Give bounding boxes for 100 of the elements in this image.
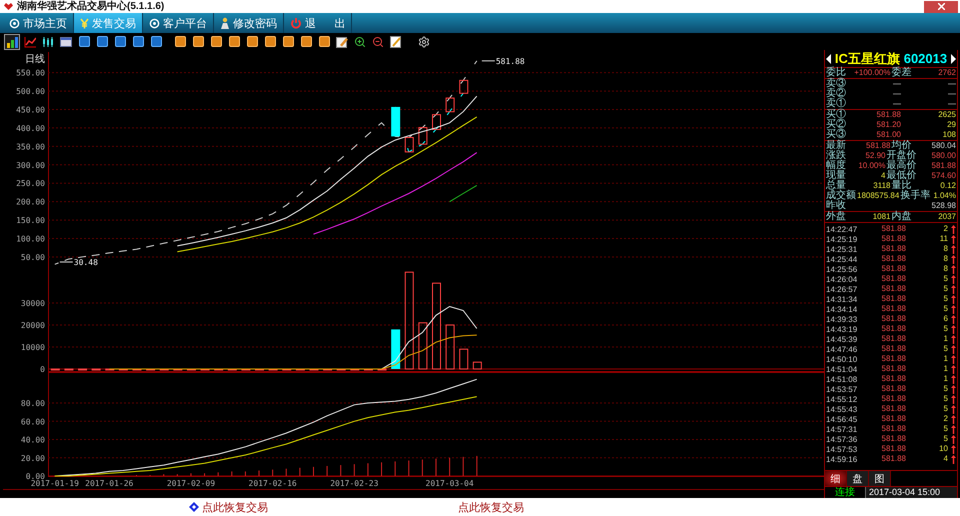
toolbar-button[interactable] [94,34,110,50]
order-label: 卖③ [826,79,846,89]
order-volume: 2625 [937,110,956,120]
quote-value: 2037 [937,212,956,222]
toolbar-button[interactable] [190,34,206,50]
close-button[interactable] [924,0,958,12]
volume-bar [446,324,455,370]
trade-volume: 5 [942,284,948,294]
axis-label: 2017-03-04 [426,478,474,488]
trade-time: 14:51:04 [826,364,858,374]
toolbar-button[interactable] [130,34,146,50]
toolbar-button[interactable] [244,34,260,50]
axis-label: 60.00 [20,416,45,426]
trade-volume: 5 [942,294,948,304]
axis-label: 2017-02-09 [166,478,216,488]
stock-code: 602013 [904,51,948,66]
trade-volume: 5 [942,324,948,334]
date-time: 2017-03-04 15:00 [865,487,957,498]
candle-body [391,106,400,136]
quote-label: 换手率 [900,191,930,201]
indicator-bar [476,455,478,476]
toolbar-button[interactable] [388,34,404,50]
toolbar-button[interactable] [112,34,128,50]
trade-time: 14:43:19 [826,324,858,334]
panel-tab[interactable]: 盘 [847,471,869,486]
trade-time: 14:55:12 [826,394,858,404]
at-sign-icon [9,18,20,28]
toolbar-button[interactable] [172,34,188,50]
trade-time: 14:25:19 [826,234,858,244]
quote-label: 委差 [892,68,912,78]
trade-volume: 8 [942,254,948,264]
trade-price: 581.88 [880,234,906,244]
volume-bar [160,368,169,371]
panel-tab[interactable]: 图 [869,471,891,486]
axis-label: 550.00 [16,68,45,78]
indicator-bar [286,468,287,476]
toolbar-button[interactable] [280,34,296,50]
volume-bar [282,368,292,371]
quote-value: 574.60 [930,171,956,181]
axis-label: 250.00 [16,179,45,188]
candle-body [459,80,468,94]
next-icon[interactable] [950,54,956,64]
toolbar-button[interactable] [76,34,92,50]
toolbar-button[interactable] [226,34,242,50]
indicator-bar [258,470,260,476]
toolbar-button[interactable] [298,34,314,50]
volume-bar [418,322,428,370]
toolbar-button[interactable] [148,34,164,50]
axis-label: 200.00 [16,198,45,207]
square-icon [210,36,222,47]
quote-value: 1.04% [932,191,956,201]
trade-price: 581.88 [880,314,906,324]
trade-volume: 5 [942,404,948,414]
square-icon [282,36,294,47]
square-icon [114,36,126,47]
toolbar-button[interactable] [416,34,432,50]
volume-bar [132,368,142,371]
trade-price: 581.88 [880,244,906,254]
restore-link[interactable]: 点此恢复交易 [458,500,524,514]
indicator-bar [272,469,274,476]
square-icon [318,36,330,47]
previous-icon[interactable] [826,54,831,64]
toolbar-button[interactable] [208,34,224,50]
order-label: 买② [826,120,846,130]
candle-body [446,98,455,112]
quote-value: 528.98 [930,201,956,211]
trade-volume: 2 [942,414,948,424]
order-price: 581.20 [876,120,901,130]
volume-bar [350,368,360,371]
trade-time: 14:39:33 [826,314,858,324]
toolbar-button[interactable] [4,34,20,50]
axis-label: 2017-02-16 [248,478,297,488]
quote-value: 52.90 [864,151,886,161]
toolbar-button[interactable] [316,34,332,50]
candle-body [432,114,441,130]
axis-label: 20000 [20,321,45,330]
quote-label: 涨跌 [826,151,846,161]
quote-label: 总量 [826,181,846,191]
toolbar-button[interactable] [262,34,278,50]
volume-bar [391,329,400,370]
close-icon [938,3,944,10]
quote-label: 外盘 [826,212,846,222]
trade-volume: 10 [938,444,948,454]
volume-bar [200,368,210,371]
restore-link[interactable]: 点此恢复交易 [189,500,268,514]
price-label: 30.48 [74,258,98,267]
volume-bar [296,368,305,371]
panel-tab[interactable]: 细 [825,471,847,486]
volume-bar [309,368,318,371]
trade-time: 14:26:57 [826,284,858,294]
trade-volume: 5 [942,344,948,354]
calendar-icon [60,36,72,47]
candle-body [418,127,428,145]
trade-volume: 4 [942,454,948,464]
trade-price: 581.88 [880,304,906,314]
quote-value: 581.88 [930,161,956,171]
order-volume: — [947,89,956,99]
quote-value: +100.00% [853,68,890,78]
square-icon [264,36,276,47]
trade-volume: 5 [942,434,948,444]
